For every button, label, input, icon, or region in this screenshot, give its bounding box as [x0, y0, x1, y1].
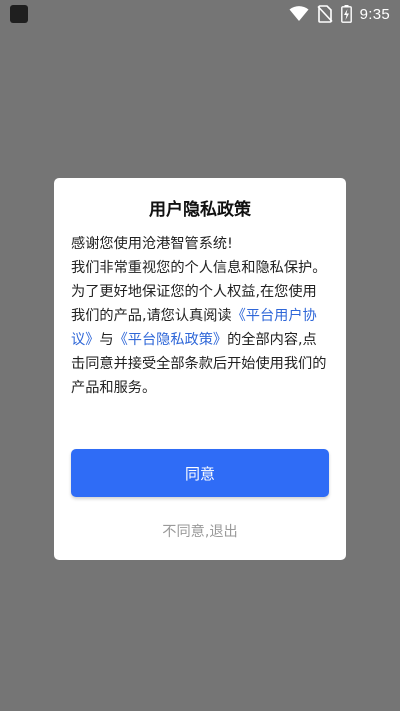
disagree-exit-button[interactable]: 不同意,退出	[54, 521, 346, 543]
dialog-greeting: 感谢您使用沧港智管系统!	[71, 236, 233, 252]
screen: 9:35 用户隐私政策 感谢您使用沧港智管系统! 我们非常重视您的个人信息和隐私…	[0, 0, 400, 711]
dialog-paragraph: 我们非常重视您的个人信息和隐私保护。为了更好地保证您的个人权益,在您使用我们的产…	[71, 256, 329, 400]
battery-charging-icon	[340, 5, 352, 23]
dialog-body: 感谢您使用沧港智管系统! 我们非常重视您的个人信息和隐私保护。为了更好地保证您的…	[71, 232, 329, 400]
app-icon	[10, 5, 28, 23]
status-left	[10, 5, 28, 23]
agree-button[interactable]: 同意	[71, 449, 329, 497]
no-sim-icon	[317, 5, 333, 23]
status-bar: 9:35	[0, 0, 400, 28]
status-time: 9:35	[359, 5, 390, 23]
paragraph-text-b: 与	[99, 332, 114, 348]
privacy-policy-dialog: 用户隐私政策 感谢您使用沧港智管系统! 我们非常重视您的个人信息和隐私保护。为了…	[54, 178, 346, 560]
privacy-policy-link[interactable]: 《平台隐私政策》	[114, 332, 228, 348]
status-right: 9:35	[289, 5, 390, 23]
wifi-icon	[289, 6, 309, 21]
dialog-title: 用户隐私政策	[149, 200, 251, 220]
